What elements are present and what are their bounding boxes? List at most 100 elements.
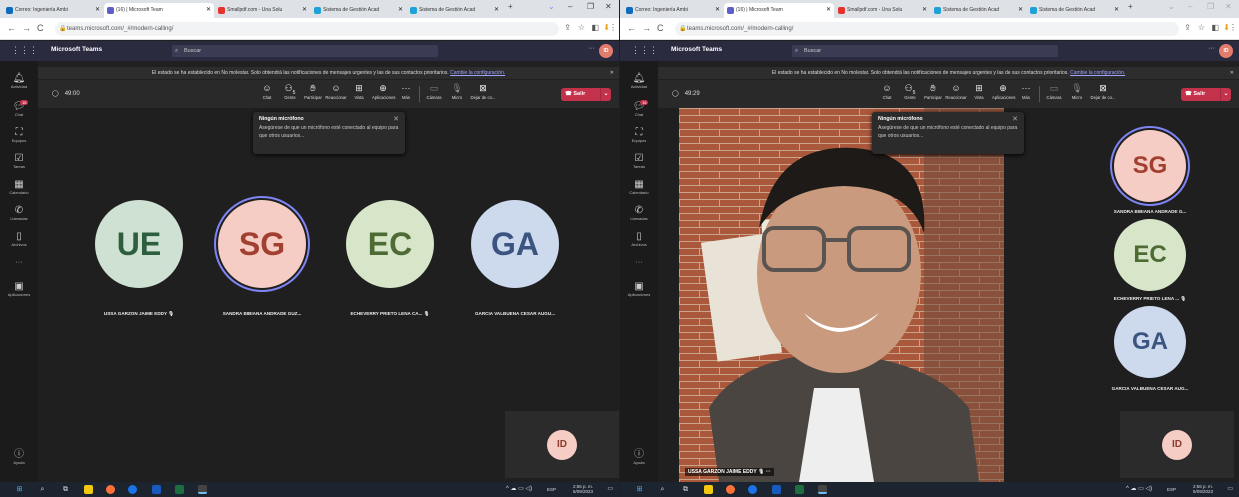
- more-options-icon[interactable]: ···: [588, 45, 595, 52]
- close-window-icon[interactable]: ✕: [605, 2, 612, 11]
- rail-item-aplicaciones[interactable]: ▣ Aplicaciones: [0, 281, 38, 297]
- rail-item-aplicaciones[interactable]: ▣ Aplicaciones: [620, 281, 658, 297]
- people-button[interactable]: ⚇5 Gente: [279, 83, 301, 100]
- app-launcher-icon[interactable]: ⋮⋮⋮: [631, 45, 658, 56]
- notifications-icon[interactable]: ▭: [1227, 485, 1233, 492]
- chrome-icon[interactable]: [128, 485, 137, 494]
- rail-item-actividad[interactable]: 🔔︎ Actividad: [620, 73, 658, 89]
- people-button[interactable]: ⚇5 Gente: [899, 83, 921, 100]
- url-field[interactable]: 🔒 teams.microsoft.com/_#/modern-calling/: [675, 22, 1179, 36]
- raise-hand-button[interactable]: ✋︎ Participar: [922, 83, 944, 100]
- rail-item-calendario[interactable]: ▦ Calendario: [0, 179, 38, 195]
- close-tab-icon[interactable]: ✕: [715, 3, 720, 18]
- participant-video[interactable]: USSA GARZON JAIME EDDY 🎙︎ ···: [679, 108, 1004, 482]
- chat-button[interactable]: ☺ Chat: [256, 83, 278, 100]
- stop-share-button[interactable]: ⊠ Dejar de co...: [1090, 83, 1116, 100]
- rail-item-tareas[interactable]: ☑ Tareas: [0, 153, 38, 169]
- browser-tab-sistema-2[interactable]: Sistema de Gestión Acad ✕: [1027, 3, 1122, 18]
- rail-item-ayuda[interactable]: ⓘ Ayuda: [0, 445, 38, 465]
- browser-tab-teams[interactable]: (16) | Microsoft Team ✕: [724, 3, 834, 18]
- more-icon[interactable]: ···: [766, 469, 771, 475]
- self-view[interactable]: ID: [505, 411, 619, 478]
- share-icon[interactable]: ⇪: [1184, 23, 1191, 32]
- avatar[interactable]: ID: [599, 44, 613, 58]
- language-indicator[interactable]: ESP: [547, 487, 556, 492]
- browser-tab-smallpdf[interactable]: Smallpdf.com - Una Solu ✕: [835, 3, 930, 18]
- more-button[interactable]: ··· Más: [1015, 83, 1037, 100]
- chat-button[interactable]: ☺ Chat: [876, 83, 898, 100]
- close-tab-icon[interactable]: ✕: [1018, 3, 1023, 18]
- maximize-icon[interactable]: ❐: [1207, 2, 1214, 11]
- chrome-active-icon[interactable]: [198, 485, 207, 494]
- search-icon[interactable]: ⌕: [658, 485, 667, 494]
- view-button[interactable]: ⊞ Vista: [968, 83, 990, 100]
- react-button[interactable]: ☺ Reaccionar: [945, 83, 967, 100]
- mic-button[interactable]: 🎙︎ Micro: [1066, 83, 1088, 100]
- close-notice-icon[interactable]: ✕: [1230, 67, 1234, 79]
- close-tab-icon[interactable]: ✕: [206, 3, 211, 18]
- app-launcher-icon[interactable]: ⋮⋮⋮: [11, 45, 38, 56]
- change-settings-link[interactable]: Cambie la configuración.: [450, 70, 505, 76]
- windows-start-icon[interactable]: ⊞: [635, 485, 644, 494]
- participant-avatar-sg[interactable]: SG: [218, 200, 306, 288]
- participant-avatar-ga[interactable]: GA: [1114, 306, 1186, 378]
- change-settings-link[interactable]: Cambie la configuración.: [1070, 70, 1125, 76]
- rail-item-chat[interactable]: 💬︎ 16 Chat: [620, 100, 658, 117]
- chrome-icon[interactable]: [748, 485, 757, 494]
- windows-start-icon[interactable]: ⊞: [15, 485, 24, 494]
- browser-tab-smallpdf[interactable]: Smallpdf.com - Una Solu ✕: [215, 3, 310, 18]
- tab-search-icon[interactable]: ⌄: [1168, 2, 1175, 11]
- search-icon[interactable]: ⌕: [38, 485, 47, 494]
- rail-item-calendario[interactable]: ▦ Calendario: [620, 179, 658, 195]
- file-explorer-icon[interactable]: [84, 485, 93, 494]
- close-tab-icon[interactable]: ✕: [302, 3, 307, 18]
- firefox-icon[interactable]: [106, 485, 115, 494]
- browser-tab-correo[interactable]: Correo: Ingeniería Ambi ✕: [3, 3, 103, 18]
- firefox-icon[interactable]: [726, 485, 735, 494]
- reload-icon[interactable]: C: [657, 23, 664, 33]
- rail-item-actividad[interactable]: 🔔︎ Actividad: [0, 73, 38, 89]
- apps-button[interactable]: ⊕ Aplicaciones: [992, 83, 1016, 100]
- tab-search-icon[interactable]: ⌄: [548, 2, 555, 11]
- url-field[interactable]: 🔒 teams.microsoft.com/_#/modern-calling/: [55, 22, 559, 36]
- stop-share-button[interactable]: ⊠ Dejar de co...: [470, 83, 496, 100]
- camera-button[interactable]: ▭ Cámara: [1043, 83, 1065, 100]
- browser-tab-sistema-1[interactable]: Sistema de Gestión Acad ✕: [311, 3, 406, 18]
- participant-avatar-ga[interactable]: GA: [471, 200, 559, 288]
- rail-item-equipos[interactable]: ⛶ Equipos: [620, 127, 658, 143]
- share-icon[interactable]: ⇪: [564, 23, 571, 32]
- close-tab-icon[interactable]: ✕: [922, 3, 927, 18]
- forward-icon[interactable]: →: [642, 23, 651, 33]
- mic-button[interactable]: 🎙︎ Micro: [446, 83, 468, 100]
- tray-icons[interactable]: ^ ☁ ▭ ◁): [1126, 485, 1152, 492]
- rail-item-ayuda[interactable]: ⓘ Ayuda: [620, 445, 658, 465]
- apps-button[interactable]: ⊕ Aplicaciones: [372, 83, 396, 100]
- more-button[interactable]: ··· Más: [395, 83, 417, 100]
- participant-avatar-ec[interactable]: EC: [1114, 219, 1186, 291]
- view-button[interactable]: ⊞ Vista: [348, 83, 370, 100]
- browser-tab-teams[interactable]: (16) | Microsoft Team ✕: [104, 3, 214, 18]
- file-explorer-icon[interactable]: [704, 485, 713, 494]
- forward-icon[interactable]: →: [22, 23, 31, 33]
- more-options-icon[interactable]: ···: [1208, 45, 1215, 52]
- close-window-icon[interactable]: ✕: [1225, 2, 1232, 11]
- leave-button[interactable]: ☎︎ Salir ⌄: [561, 88, 611, 101]
- excel-icon[interactable]: [175, 485, 184, 494]
- search-input[interactable]: ⌕ Buscar: [792, 45, 1058, 57]
- star-icon[interactable]: ☆: [1198, 23, 1205, 32]
- participant-avatar-ue[interactable]: UE: [95, 200, 183, 288]
- avatar[interactable]: ID: [1219, 44, 1233, 58]
- close-tab-icon[interactable]: ✕: [95, 3, 100, 18]
- rail-item-more[interactable]: ···: [620, 259, 658, 266]
- rail-item-chat[interactable]: 💬︎ 16 Chat: [0, 100, 38, 117]
- raise-hand-button[interactable]: ✋︎ Participar: [302, 83, 324, 100]
- react-button[interactable]: ☺ Reaccionar: [325, 83, 347, 100]
- leave-button[interactable]: ☎︎ Salir ⌄: [1181, 88, 1231, 101]
- self-view[interactable]: ID: [1120, 411, 1234, 478]
- new-tab-button[interactable]: +: [508, 2, 513, 11]
- close-tab-icon[interactable]: ✕: [826, 3, 831, 18]
- back-icon[interactable]: ←: [627, 23, 636, 33]
- back-icon[interactable]: ←: [7, 23, 16, 33]
- rail-item-more[interactable]: ···: [0, 259, 38, 266]
- star-icon[interactable]: ☆: [578, 23, 585, 32]
